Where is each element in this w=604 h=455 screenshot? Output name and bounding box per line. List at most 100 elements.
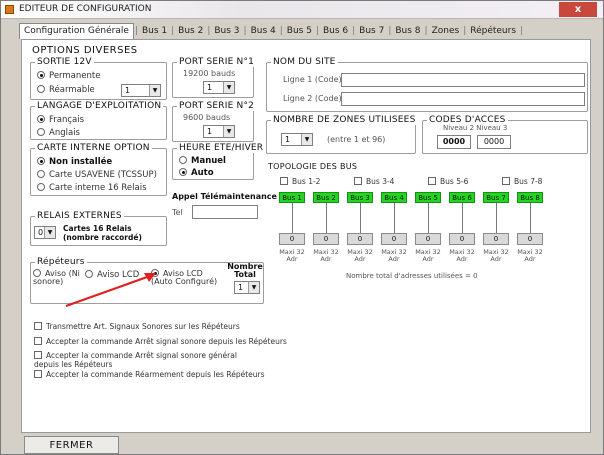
topologie-check-3[interactable]: Bus 5-6: [428, 177, 468, 186]
bus-3-max: Maxi 32 Adr: [347, 248, 373, 263]
bus-3-button[interactable]: Bus 3: [347, 192, 373, 203]
topologie-check-2-label: Bus 3-4: [366, 177, 395, 186]
bus-8-button[interactable]: Bus 8: [517, 192, 543, 203]
bus-7-max: Maxi 32 Adr: [483, 248, 509, 263]
check-arret-signal-label: Accepter la commande Arrêt signal sonore…: [46, 337, 287, 346]
check-rearmement[interactable]: Accepter la commande Réarmement depuis l…: [34, 370, 265, 379]
chevron-down-icon[interactable]: ▼: [223, 82, 234, 93]
checkbox-icon[interactable]: [280, 177, 288, 185]
topologie-check-2[interactable]: Bus 3-4: [354, 177, 394, 186]
radio-icon[interactable]: [33, 269, 41, 277]
tab-configuration-generale[interactable]: Configuration Générale: [19, 23, 134, 39]
radio-icon[interactable]: [37, 71, 45, 79]
bus-4-button[interactable]: Bus 4: [381, 192, 407, 203]
tab-repeteurs[interactable]: Répéteurs: [467, 24, 519, 38]
relais-description: Cartes 16 Relais (nombre raccordé): [63, 224, 142, 242]
carte-interne-label: CARTE INTERNE OPTION: [35, 143, 152, 153]
nombre-total-select[interactable]: 1 ▼: [234, 281, 260, 294]
tab-bar: Configuration Générale | Bus 1 | Bus 2 | Bus 3…: [19, 23, 589, 39]
checkbox-icon[interactable]: [34, 351, 42, 359]
tab-zones[interactable]: Zones: [429, 24, 463, 38]
tab-bus-1[interactable]: Bus 1: [139, 24, 170, 38]
title-bar: EDITEUR DE CONFIGURATION x: [1, 1, 603, 19]
heure-manuel-option[interactable]: Manuel: [179, 156, 226, 166]
checkbox-icon[interactable]: [502, 177, 510, 185]
check-arret-signal[interactable]: Accepter la commande Arrêt signal sonore…: [34, 337, 287, 346]
chevron-down-icon[interactable]: ▼: [44, 227, 55, 238]
langage-group: LANGAGE D'EXPLOITATION Français Anglais: [30, 101, 167, 140]
annotation-arrow: [65, 273, 156, 308]
bus-3-count: 0: [347, 233, 373, 245]
bus-1-button[interactable]: Bus 1: [279, 192, 305, 203]
sortie-rearmable-option[interactable]: Réarmable: [37, 85, 95, 95]
chevron-down-icon[interactable]: ▼: [223, 126, 234, 137]
topologie-bus-group: TOPOLOGIE DES BUS Bus 1-2 Bus 3-4 Bus 5-…: [266, 162, 588, 290]
appel-telemaintenance-group: Appel Télémaintenance Tel: [172, 192, 277, 224]
bus-6-button[interactable]: Bus 6: [449, 192, 475, 203]
carte-usavene-option[interactable]: Carte USAVENE (TCSSUP): [37, 170, 157, 180]
relais-select-value: 0: [38, 228, 44, 237]
bus-5-button[interactable]: Bus 5: [415, 192, 441, 203]
tab-bus-7[interactable]: Bus 7: [356, 24, 387, 38]
fermer-button[interactable]: FERMER: [24, 436, 119, 454]
langage-anglais-label: Anglais: [49, 128, 80, 138]
carte-16-relais-option[interactable]: Carte interne 16 Relais: [37, 183, 147, 193]
sortie-select[interactable]: 1 ▼: [121, 84, 161, 97]
radio-icon[interactable]: [179, 156, 187, 164]
checkbox-icon[interactable]: [34, 337, 42, 345]
radio-icon[interactable]: [37, 170, 45, 178]
bus-7-count: 0: [483, 233, 509, 245]
tab-bus-3[interactable]: Bus 3: [211, 24, 242, 38]
radio-icon[interactable]: [37, 115, 45, 123]
bus-4-max: Maxi 32 Adr: [381, 248, 407, 263]
radio-icon[interactable]: [37, 183, 45, 191]
sortie-permanente-option[interactable]: Permanente: [37, 71, 100, 81]
chevron-down-icon[interactable]: ▼: [301, 134, 312, 145]
check-transmettre[interactable]: Transmettre Art. Signaux Sonores sur les…: [34, 322, 240, 331]
topologie-check-4[interactable]: Bus 7-8: [502, 177, 542, 186]
code-niveau-2-input[interactable]: 0000: [437, 135, 471, 149]
checkbox-icon[interactable]: [428, 177, 436, 185]
site-line1-input[interactable]: [341, 73, 585, 87]
heure-auto-label: Auto: [191, 168, 214, 178]
radio-icon[interactable]: [37, 85, 45, 93]
tab-bus-2[interactable]: Bus 2: [175, 24, 206, 38]
bus-4-track: [394, 203, 395, 233]
topologie-check-1[interactable]: Bus 1-2: [280, 177, 320, 186]
langage-francais-option[interactable]: Français: [37, 115, 84, 125]
check-arret-general[interactable]: Accepter la commande Arrêt signal sonore…: [34, 351, 259, 369]
chevron-down-icon[interactable]: ▼: [248, 282, 259, 293]
site-line2-input[interactable]: [341, 92, 585, 106]
port-serie-1-select[interactable]: 1 ▼: [203, 81, 235, 94]
checkbox-icon[interactable]: [34, 370, 42, 378]
port-serie-1-value: 1: [207, 83, 213, 92]
langage-anglais-option[interactable]: Anglais: [37, 128, 80, 138]
carte-non-installee-option[interactable]: Non installée: [37, 157, 112, 167]
tab-bus-4[interactable]: Bus 4: [248, 24, 279, 38]
checkbox-icon[interactable]: [354, 177, 362, 185]
tel-input[interactable]: [192, 205, 258, 219]
radio-icon[interactable]: [179, 168, 187, 176]
tab-bus-6[interactable]: Bus 6: [320, 24, 351, 38]
port-serie-2-select[interactable]: 1 ▼: [203, 125, 235, 138]
bus-2-button[interactable]: Bus 2: [313, 192, 339, 203]
bus-1-max: Maxi 32 Adr: [279, 248, 305, 263]
radio-icon[interactable]: [37, 128, 45, 136]
bus-5-track: [428, 203, 429, 233]
code-niveau-3-input[interactable]: 0000: [477, 135, 511, 149]
nombre-total-value: 1: [238, 283, 244, 292]
relais-select[interactable]: 0 ▼: [34, 226, 56, 239]
bus-7-button[interactable]: Bus 7: [483, 192, 509, 203]
checkbox-icon[interactable]: [34, 322, 42, 330]
tab-bus-8[interactable]: Bus 8: [392, 24, 423, 38]
radio-icon[interactable]: [37, 157, 45, 165]
carte-non-installee-label: Non installée: [49, 157, 113, 167]
topologie-bus-label: TOPOLOGIE DES BUS: [268, 162, 358, 171]
heure-auto-option[interactable]: Auto: [179, 168, 214, 178]
close-window-button[interactable]: x: [559, 2, 597, 17]
nombre-zones-select[interactable]: 1 ▼: [281, 133, 313, 146]
port-serie-2-group: PORT SERIE N°2 9600 bauds 1 ▼: [172, 101, 257, 142]
chevron-down-icon[interactable]: ▼: [149, 85, 160, 96]
tab-bus-5[interactable]: Bus 5: [284, 24, 315, 38]
port-serie-2-label: PORT SERIE N°2: [177, 101, 257, 111]
